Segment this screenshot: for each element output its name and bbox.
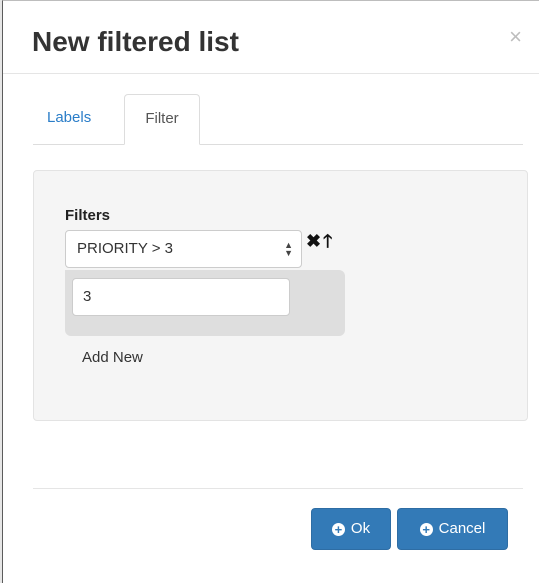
ok-button-label: Ok	[350, 520, 371, 537]
filter-value-input[interactable]: 3	[72, 278, 290, 316]
filter-panel: Filters PRIORITY > 3 ▲ ▼ ✖ 🡑 3 Add New	[33, 170, 528, 421]
add-new-filter-link[interactable]: Add New	[82, 349, 143, 366]
new-filtered-list-dialog: New filtered list × Labels Filter Filter…	[2, 0, 539, 583]
filter-value-container: 3	[65, 270, 345, 336]
plus-circle-icon: +	[331, 522, 345, 536]
tab-bar: Labels Filter	[33, 94, 523, 145]
arrow-up-icon[interactable]: 🡑	[323, 231, 332, 251]
cancel-button-label: Cancel	[438, 520, 486, 537]
ok-button[interactable]: + Ok	[311, 508, 391, 550]
filters-heading: Filters	[65, 207, 111, 224]
remove-filter-icon[interactable]: ✖	[306, 231, 321, 251]
filter-select-value: PRIORITY > 3	[77, 240, 174, 257]
dialog-title: New filtered list	[32, 26, 239, 57]
close-icon[interactable]: ×	[509, 23, 522, 51]
footer-divider	[33, 488, 523, 489]
plus-circle-icon: +	[419, 522, 433, 536]
dialog-header: New filtered list ×	[3, 1, 539, 74]
select-arrows-icon: ▲ ▼	[284, 240, 293, 258]
tab-labels[interactable]: Labels	[33, 94, 105, 144]
cancel-button[interactable]: + Cancel	[397, 508, 508, 550]
tab-filter[interactable]: Filter	[124, 94, 200, 145]
filter-select[interactable]: PRIORITY > 3 ▲ ▼	[65, 230, 302, 268]
